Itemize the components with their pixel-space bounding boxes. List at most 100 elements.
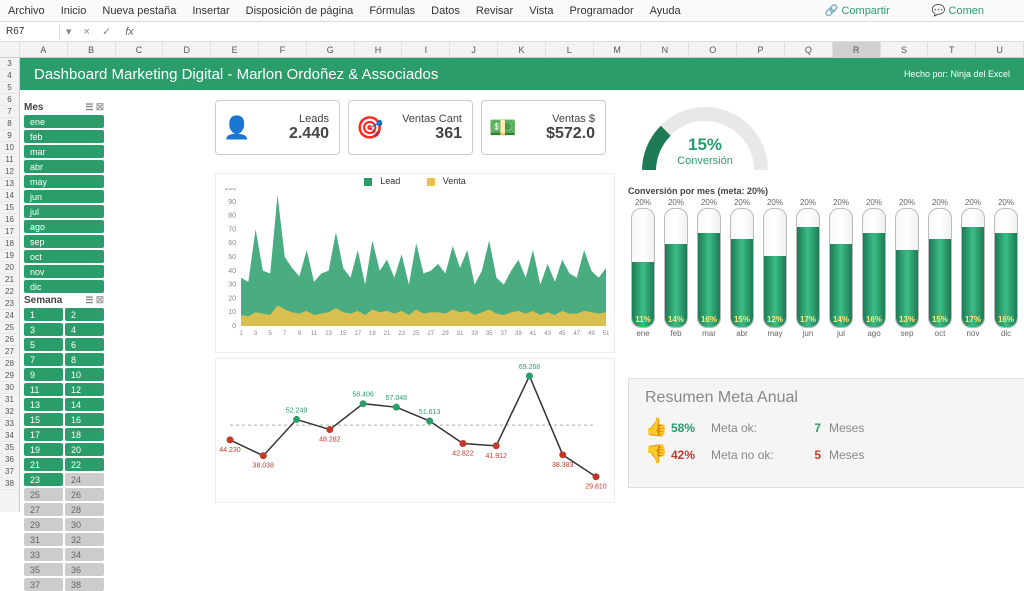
- col-U[interactable]: U: [976, 42, 1024, 57]
- select-all-corner[interactable]: [0, 42, 20, 57]
- menu-formulas[interactable]: Fórmulas: [369, 5, 415, 17]
- slicer-sem-19[interactable]: 19: [24, 443, 63, 456]
- comment-button[interactable]: 💬 Comen: [932, 4, 1000, 17]
- col-F[interactable]: F: [259, 42, 307, 57]
- row-12[interactable]: 12: [0, 166, 19, 178]
- slicer-semana[interactable]: Semana☰ ☒ 123456789101112131415161718192…: [24, 293, 104, 591]
- col-C[interactable]: C: [116, 42, 164, 57]
- row-11[interactable]: 11: [0, 154, 19, 166]
- col-Q[interactable]: Q: [785, 42, 833, 57]
- col-P[interactable]: P: [737, 42, 785, 57]
- menu-programador[interactable]: Programador: [569, 5, 633, 17]
- row-20[interactable]: 20: [0, 262, 19, 274]
- slicer-sem-21[interactable]: 21: [24, 458, 63, 471]
- row-27[interactable]: 27: [0, 346, 19, 358]
- col-I[interactable]: I: [402, 42, 450, 57]
- row-29[interactable]: 29: [0, 370, 19, 382]
- col-N[interactable]: N: [641, 42, 689, 57]
- row-21[interactable]: 21: [0, 274, 19, 286]
- cell-reference[interactable]: R67: [0, 24, 60, 39]
- slicer-sem-6[interactable]: 6: [65, 338, 104, 351]
- slicer-sem-38[interactable]: 38: [65, 578, 104, 591]
- row-10[interactable]: 10: [0, 142, 19, 154]
- slicer-sem-13[interactable]: 13: [24, 398, 63, 411]
- slicer-sem-14[interactable]: 14: [65, 398, 104, 411]
- slicer-mes-jun[interactable]: jun: [24, 190, 104, 203]
- slicer-sem-11[interactable]: 11: [24, 383, 63, 396]
- slicer-sem-29[interactable]: 29: [24, 518, 63, 531]
- col-H[interactable]: H: [355, 42, 403, 57]
- row-36[interactable]: 36: [0, 454, 19, 466]
- col-L[interactable]: L: [546, 42, 594, 57]
- slicer-sem-22[interactable]: 22: [65, 458, 104, 471]
- row-13[interactable]: 13: [0, 178, 19, 190]
- row-25[interactable]: 25: [0, 322, 19, 334]
- menu-disposicion[interactable]: Disposición de página: [246, 5, 354, 17]
- row-28[interactable]: 28: [0, 358, 19, 370]
- slicer-mes-jul[interactable]: jul: [24, 205, 104, 218]
- slicer-sem-25[interactable]: 25: [24, 488, 63, 501]
- slicer-sem-12[interactable]: 12: [65, 383, 104, 396]
- slicer-sem-4[interactable]: 4: [65, 323, 104, 336]
- row-16[interactable]: 16: [0, 214, 19, 226]
- slicer-sem-33[interactable]: 33: [24, 548, 63, 561]
- slicer-sem-5[interactable]: 5: [24, 338, 63, 351]
- slicer-sem-17[interactable]: 17: [24, 428, 63, 441]
- row-35[interactable]: 35: [0, 442, 19, 454]
- row-26[interactable]: 26: [0, 334, 19, 346]
- col-T[interactable]: T: [928, 42, 976, 57]
- slicer-sem-35[interactable]: 35: [24, 563, 63, 576]
- slicer-sem-9[interactable]: 9: [24, 368, 63, 381]
- slicer-sem-30[interactable]: 30: [65, 518, 104, 531]
- row-6[interactable]: 6: [0, 94, 19, 106]
- col-O[interactable]: O: [689, 42, 737, 57]
- row-9[interactable]: 9: [0, 130, 19, 142]
- menu-vista[interactable]: Vista: [529, 5, 553, 17]
- slicer-sem-28[interactable]: 28: [65, 503, 104, 516]
- slicer-mes-oct[interactable]: oct: [24, 250, 104, 263]
- col-J[interactable]: J: [450, 42, 498, 57]
- row-24[interactable]: 24: [0, 310, 19, 322]
- row-18[interactable]: 18: [0, 238, 19, 250]
- row-30[interactable]: 30: [0, 382, 19, 394]
- slicer-sem-31[interactable]: 31: [24, 533, 63, 546]
- row-8[interactable]: 8: [0, 118, 19, 130]
- confirm-icon[interactable]: ✓: [96, 25, 117, 38]
- row-33[interactable]: 33: [0, 418, 19, 430]
- slicer-sem-7[interactable]: 7: [24, 353, 63, 366]
- menu-insertar[interactable]: Insertar: [192, 5, 229, 17]
- slicer-sem-2[interactable]: 2: [65, 308, 104, 321]
- col-M[interactable]: M: [594, 42, 642, 57]
- slicer-mes-may[interactable]: may: [24, 175, 104, 188]
- slicer-mes-mar[interactable]: mar: [24, 145, 104, 158]
- col-R[interactable]: R: [833, 42, 881, 57]
- row-4[interactable]: 4: [0, 70, 19, 82]
- slicer-sem-20[interactable]: 20: [65, 443, 104, 456]
- row-37[interactable]: 37: [0, 466, 19, 478]
- slicer-sem-36[interactable]: 36: [65, 563, 104, 576]
- slicer-sem-37[interactable]: 37: [24, 578, 63, 591]
- slicer-sem-3[interactable]: 3: [24, 323, 63, 336]
- slicer-sem-16[interactable]: 16: [65, 413, 104, 426]
- filter-icon[interactable]: ☰ ☒: [85, 102, 104, 113]
- slicer-sem-27[interactable]: 27: [24, 503, 63, 516]
- slicer-mes-ene[interactable]: ene: [24, 115, 104, 128]
- slicer-sem-32[interactable]: 32: [65, 533, 104, 546]
- row-14[interactable]: 14: [0, 190, 19, 202]
- row-32[interactable]: 32: [0, 406, 19, 418]
- dropdown-icon[interactable]: ▾: [60, 25, 78, 38]
- col-G[interactable]: G: [307, 42, 355, 57]
- slicer-sem-34[interactable]: 34: [65, 548, 104, 561]
- slicer-mes-ago[interactable]: ago: [24, 220, 104, 233]
- slicer-mes-feb[interactable]: feb: [24, 130, 104, 143]
- col-B[interactable]: B: [68, 42, 116, 57]
- row-5[interactable]: 5: [0, 82, 19, 94]
- col-S[interactable]: S: [881, 42, 929, 57]
- row-38[interactable]: 38: [0, 478, 19, 490]
- col-A[interactable]: A: [20, 42, 68, 57]
- menu-inicio[interactable]: Inicio: [61, 5, 87, 17]
- row-17[interactable]: 17: [0, 226, 19, 238]
- menu-datos[interactable]: Datos: [431, 5, 460, 17]
- slicer-sem-15[interactable]: 15: [24, 413, 63, 426]
- row-15[interactable]: 15: [0, 202, 19, 214]
